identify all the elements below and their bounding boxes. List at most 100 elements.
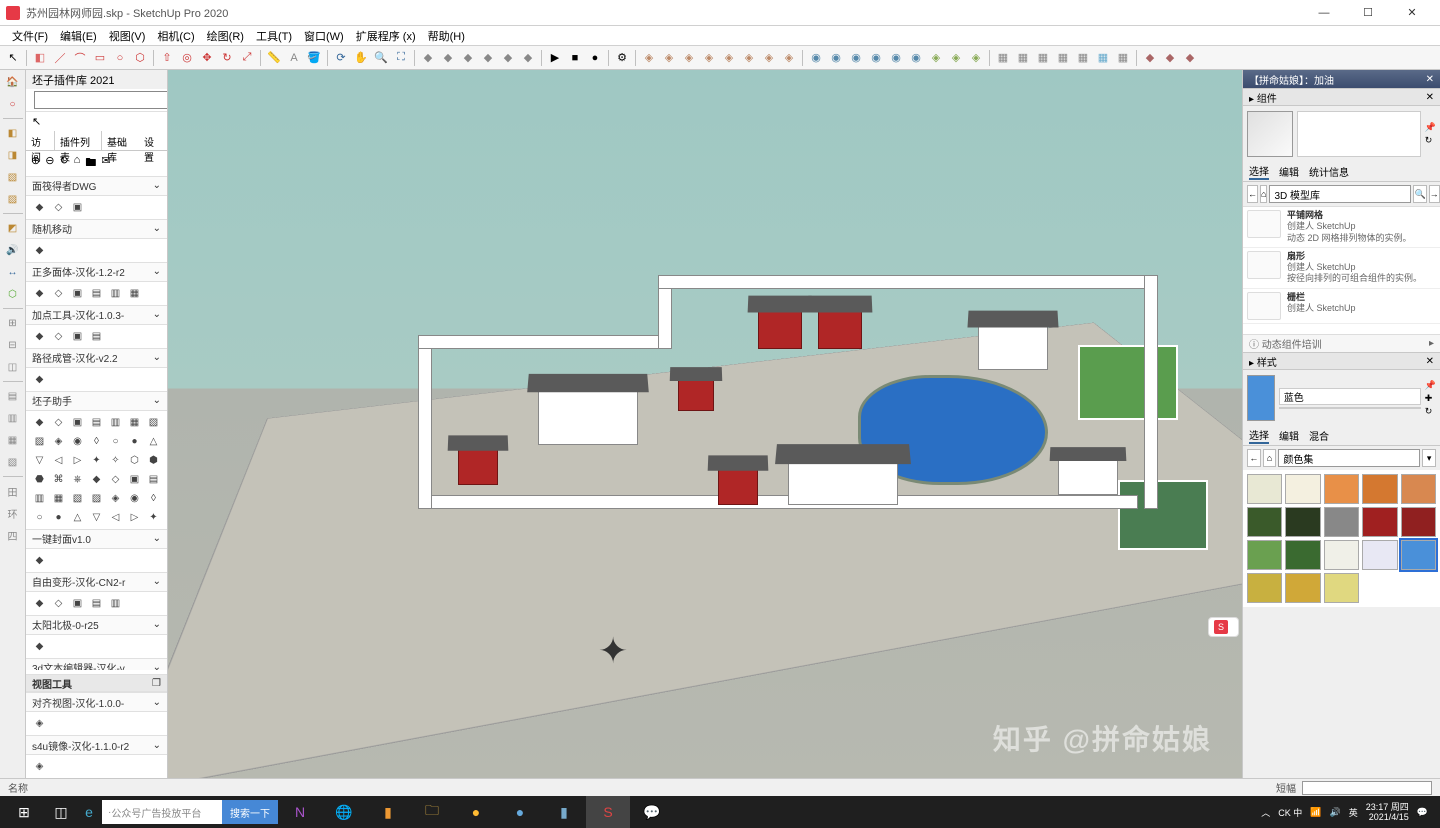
eraser-icon[interactable]: ◧ [31, 49, 49, 67]
ext-icon[interactable]: ◆ [499, 49, 517, 67]
plugin-tool-icon[interactable]: ▦ [51, 491, 66, 506]
close-button[interactable]: ✕ [1390, 0, 1434, 26]
component-list-item[interactable]: 栅栏创建人 SketchUp [1243, 289, 1440, 324]
tool-icon[interactable]: 环 [3, 503, 23, 523]
plugin-tool-icon[interactable]: ⬢ [146, 453, 161, 468]
plugin-tool-icon[interactable]: ▤ [89, 415, 104, 430]
taskbar-search-button[interactable]: 搜索一下 [222, 800, 278, 824]
chevron-down-icon[interactable]: ⌄ [153, 309, 161, 320]
plugin-tool-icon[interactable]: ▧ [146, 415, 161, 430]
plugin-tool-icon[interactable]: ◇ [51, 415, 66, 430]
taskbar-clock[interactable]: 23:17 周四 2021/4/15 [1366, 802, 1409, 823]
plugin-tool-icon[interactable]: ◇ [51, 329, 66, 344]
tab-visit[interactable]: 访问 [26, 131, 54, 150]
plugin-tool-icon[interactable]: ▽ [89, 510, 104, 525]
plugin-tool-icon[interactable]: ◊ [146, 491, 161, 506]
close-icon[interactable]: ✕ [1426, 92, 1434, 103]
tool-icon[interactable]: ▤ [3, 386, 23, 406]
tool-icon[interactable]: 四 [3, 525, 23, 545]
ext-icon[interactable]: ◆ [419, 49, 437, 67]
tool-icon[interactable]: ◨ [3, 145, 23, 165]
plugin-tool-icon[interactable]: ◊ [89, 434, 104, 449]
ext-icon[interactable]: ◆ [519, 49, 537, 67]
style-swatch[interactable] [1285, 573, 1320, 603]
plugin-icon[interactable]: ◉ [807, 49, 825, 67]
plugin-tool-icon[interactable]: △ [70, 510, 85, 525]
add-icon[interactable]: ⊕ [31, 154, 40, 173]
plugin-tool-icon[interactable]: ◆ [32, 329, 47, 344]
tab-edit[interactable]: 编辑 [1279, 428, 1299, 443]
plugin-icon[interactable]: ◆ [1141, 49, 1159, 67]
menu-draw[interactable]: 绘图(R) [201, 26, 250, 46]
plugin-icon[interactable]: ▦ [1094, 49, 1112, 67]
component-list-item[interactable]: 平铺网格创建人 SketchUp动态 2D 网格排列物体的实例。 [1243, 207, 1440, 248]
component-list[interactable]: 平铺网格创建人 SketchUp动态 2D 网格排列物体的实例。 扇形创建人 S… [1243, 206, 1440, 334]
plugin-icon[interactable]: ◆ [1181, 49, 1199, 67]
folder-icon[interactable]: 🖿 [85, 154, 96, 173]
plugin-tool-icon[interactable]: ◆ [89, 472, 104, 487]
chevron-down-icon[interactable]: ⌄ [153, 395, 161, 406]
plugin-tool-icon[interactable]: ○ [32, 510, 47, 525]
record-icon[interactable]: ● [586, 49, 604, 67]
refresh-icon[interactable]: ↻ [1425, 406, 1436, 417]
plugin-icon[interactable]: ◈ [720, 49, 738, 67]
ime-floating-toolbar[interactable]: S [1208, 617, 1239, 637]
minimize-button[interactable]: — [1302, 0, 1346, 26]
plugin-tool-icon[interactable]: ◆ [32, 639, 47, 654]
pushpull-icon[interactable]: ⇧ [158, 49, 176, 67]
nav-back-icon[interactable]: ← [1247, 449, 1261, 467]
style-swatch[interactable] [1362, 507, 1397, 537]
model-viewport[interactable]: ✦ 知乎 @拼命姑娘 [168, 70, 1242, 778]
plugin-icon[interactable]: ◆ [1161, 49, 1179, 67]
plugin-section-header[interactable]: 3d文本编辑器-汉化-v⌄ [26, 658, 167, 670]
window-restore-icon[interactable]: ❐ [152, 678, 161, 689]
plugin-tool-icon[interactable]: ⬡ [127, 453, 142, 468]
plugin-tool-icon[interactable]: ◉ [70, 434, 85, 449]
circle-tool-icon[interactable]: ○ [111, 49, 129, 67]
plugin-tool-icon[interactable]: ▥ [32, 491, 47, 506]
view-tools-header[interactable]: 视图工具❐ [26, 674, 167, 692]
plugin-section-header[interactable]: 加点工具-汉化-1.0.3-⌄ [26, 305, 167, 325]
refresh-icon[interactable]: ↻ [59, 154, 68, 173]
menu-camera[interactable]: 相机(C) [151, 26, 200, 46]
rect-tool-icon[interactable]: ▭ [91, 49, 109, 67]
plugin-tool-icon[interactable]: ⎈ [70, 472, 85, 487]
text-icon[interactable]: A [285, 49, 303, 67]
plugin-tool-icon[interactable]: ▣ [127, 472, 142, 487]
plugin-search-input[interactable] [34, 91, 168, 109]
gear-icon[interactable]: ⚙ [613, 49, 631, 67]
tray-chevron-icon[interactable]: ︿ [1261, 806, 1270, 819]
chevron-down-icon[interactable]: ⌄ [153, 697, 161, 708]
style-swatch[interactable] [1401, 474, 1436, 504]
style-swatch[interactable] [1285, 507, 1320, 537]
style-collection-input[interactable] [1278, 449, 1420, 467]
wechat-icon[interactable]: 💬 [630, 796, 674, 828]
ext-icon[interactable]: ◆ [479, 49, 497, 67]
plugin-icon[interactable]: ◉ [907, 49, 925, 67]
remove-icon[interactable]: ⊖ [45, 154, 54, 173]
tape-icon[interactable]: 📏 [265, 49, 283, 67]
plugin-tool-icon[interactable]: ◆ [32, 243, 47, 258]
offset-icon[interactable]: ◎ [178, 49, 196, 67]
details-icon[interactable]: ▾ [1422, 449, 1436, 467]
ime-indicator[interactable]: CK 中 [1278, 806, 1302, 819]
component-list-item[interactable]: 扇形创建人 SketchUp按径向排列的可组合组件的实例。 [1243, 248, 1440, 289]
tab-edit[interactable]: 编辑 [1279, 164, 1299, 179]
style-swatch[interactable] [1324, 474, 1359, 504]
move-icon[interactable]: ✥ [198, 49, 216, 67]
style-swatch[interactable] [1247, 507, 1282, 537]
arc-tool-icon[interactable]: ⌒ [71, 49, 89, 67]
task-view-icon[interactable]: ◫ [46, 796, 76, 828]
menu-tools[interactable]: 工具(T) [250, 26, 298, 46]
tool-icon[interactable]: ⬡ [3, 284, 23, 304]
plugin-tool-icon[interactable]: ✧ [108, 453, 123, 468]
plugin-tool-icon[interactable]: ▣ [70, 596, 85, 611]
plugin-icon[interactable]: ◈ [660, 49, 678, 67]
plugin-tool-icon[interactable]: ◆ [32, 286, 47, 301]
chevron-down-icon[interactable]: ⌄ [153, 740, 161, 751]
nav-home-icon[interactable]: ⌂ [1260, 185, 1267, 203]
plugin-icon[interactable]: ◈ [780, 49, 798, 67]
tab-settings[interactable]: 设置 [139, 131, 167, 150]
chevron-right-icon[interactable]: ▸ [1429, 338, 1434, 349]
zoom-extents-icon[interactable]: ⛶ [392, 49, 410, 67]
